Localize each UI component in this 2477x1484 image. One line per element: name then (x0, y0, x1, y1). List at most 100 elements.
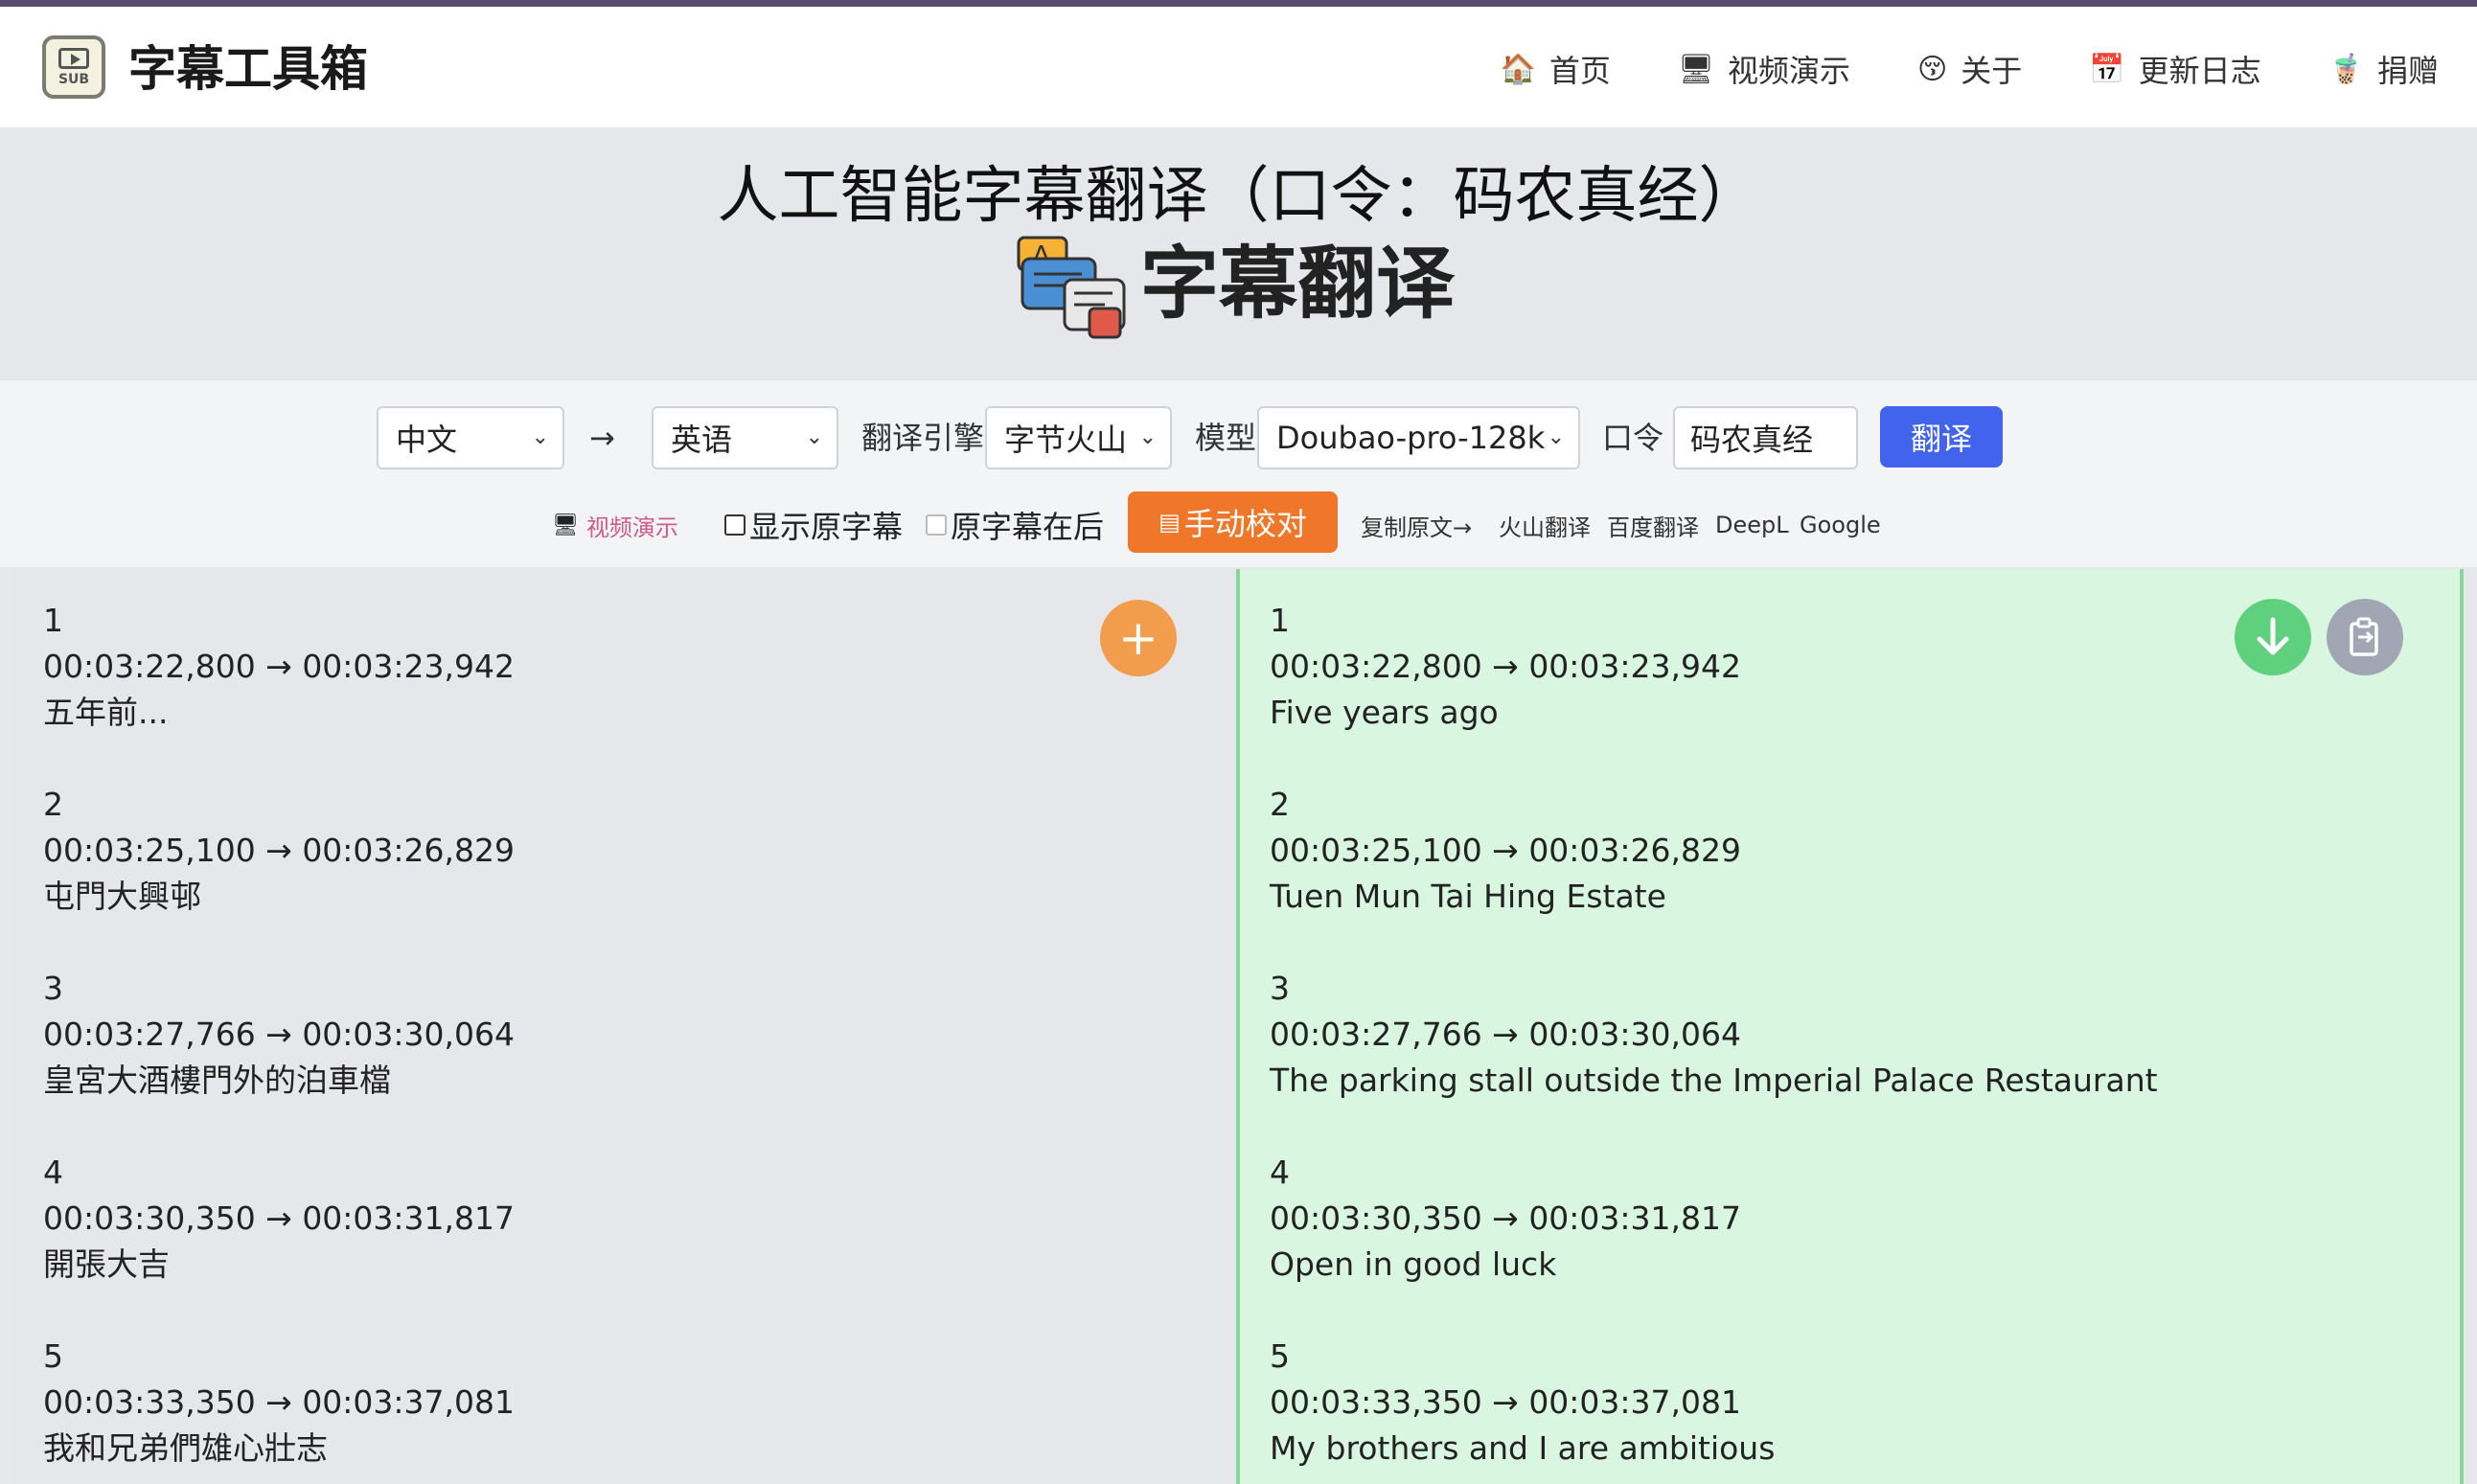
entry-time: 00:03:22,800 → 00:03:23,942 (43, 648, 516, 685)
original-after-label: 原字幕在后 (951, 509, 1105, 545)
password-input[interactable]: 码农真经 (1673, 406, 1858, 469)
top-stripe (0, 0, 2477, 7)
chevron-down-icon: ⌄ (531, 425, 549, 449)
entry-index: 1 (1270, 602, 1290, 639)
google-link[interactable]: Google (1800, 498, 1881, 552)
original-after-checkbox[interactable]: 原字幕在后 (926, 498, 1104, 552)
monitor-icon: 🖥 (552, 513, 579, 537)
entry-text: Open in good luck (1270, 1245, 1557, 1283)
app-logo[interactable]: SUB (42, 35, 105, 99)
model-select[interactable]: Doubao-pro-128k ⌄ (1257, 406, 1580, 469)
brand-title[interactable]: 字幕工具箱 (128, 35, 368, 103)
translated-subtitle-panel[interactable]: 1 00:03:22,800 → 00:03:23,942 Five years… (1236, 569, 2464, 1484)
entry-text: 五年前... (43, 694, 169, 731)
engine-select[interactable]: 字节火山 ⌄ (985, 406, 1172, 469)
chevron-down-icon: ⌄ (1547, 425, 1565, 449)
translate-button[interactable]: 翻译 (1880, 406, 2003, 468)
subtitle-entry: 2 00:03:25,100 → 00:03:26,829 Tuen Mun T… (1270, 782, 1741, 920)
source-language-value: 中文 (396, 422, 458, 458)
home-icon: 🏠 (1500, 52, 1536, 86)
engine-value: 字节火山 (1004, 422, 1128, 458)
subtitle-logo-text: 字幕翻译 (1140, 239, 1456, 330)
subtitle-entry: 1 00:03:22,800 → 00:03:23,942 Five years… (1270, 598, 1741, 736)
nav-changelog[interactable]: 📅 更新日志 (2089, 45, 2260, 93)
nav-donate[interactable]: 🧋 捐赠 (2328, 45, 2439, 93)
subtitle-entry: 2 00:03:25,100 → 00:03:26,829 屯門大興邨 (43, 782, 515, 920)
monitor-icon: 🖥 (1677, 52, 1714, 86)
password-value: 码农真经 (1690, 422, 1814, 458)
entry-text: My brothers and I are ambitious (1270, 1429, 1776, 1467)
target-language-value: 英语 (671, 422, 733, 458)
plus-icon: + (1118, 610, 1158, 666)
entry-time: 00:03:22,800 → 00:03:23,942 (1270, 648, 1742, 685)
entry-index: 2 (43, 786, 63, 823)
top-nav: 🏠 首页 🖥 视频演示 😚 关于 📅 更新日志 🧋 捐赠 (1433, 45, 2439, 93)
nav-label: 关于 (1961, 53, 2023, 89)
entry-index: 1 (43, 602, 63, 639)
entry-time: 00:03:25,100 → 00:03:26,829 (43, 832, 516, 869)
volcano-translate-link[interactable]: 火山翻译 (1499, 498, 1591, 552)
entry-index: 3 (1270, 970, 1290, 1007)
deepl-link[interactable]: DeepL (1715, 498, 1789, 552)
entry-time: 00:03:30,350 → 00:03:31,817 (1270, 1199, 1742, 1237)
entry-index: 5 (43, 1337, 63, 1375)
entry-text: Tuen Mun Tai Hing Estate (1270, 878, 1666, 915)
header: SUB 字幕工具箱 🏠 首页 🖥 视频演示 😚 关于 📅 更新日志 🧋 捐赠 (0, 7, 2477, 128)
baidu-translate-link[interactable]: 百度翻译 (1607, 498, 1699, 552)
model-label: 模型 (1195, 420, 1257, 456)
demo-link[interactable]: 🖥 视频演示 (552, 498, 678, 552)
source-language-select[interactable]: 中文 ⌄ (377, 406, 564, 469)
nav-home[interactable]: 🏠 首页 (1500, 45, 1610, 93)
subtitle-entry: 5 00:03:33,350 → 00:03:37,081 我和兄弟們雄心壯志 (43, 1334, 515, 1472)
entry-text: 屯門大興邨 (43, 878, 201, 915)
model-value: Doubao-pro-128k (1276, 420, 1546, 456)
checkbox-box[interactable] (724, 514, 745, 536)
translate-icon: A (1017, 236, 1126, 339)
subtitle-entry: 4 00:03:30,350 → 00:03:31,817 Open in go… (1270, 1150, 1741, 1288)
nav-label: 更新日志 (2138, 53, 2261, 89)
copy-original-link[interactable]: 复制原文→ (1361, 498, 1472, 552)
password-label: 口令 (1602, 420, 1664, 456)
subtitle-entry: 5 00:03:33,350 → 00:03:37,081 My brother… (1270, 1334, 1775, 1472)
calendar-icon: 📅 (2089, 52, 2125, 86)
demo-link-label: 视频演示 (585, 514, 678, 541)
show-original-checkbox[interactable]: 显示原字幕 (724, 498, 903, 552)
entry-index: 5 (1270, 1337, 1290, 1375)
entry-text: 開張大吉 (43, 1245, 170, 1283)
show-original-label: 显示原字幕 (749, 509, 904, 545)
document-icon: ▤ (1158, 509, 1181, 536)
nav-about[interactable]: 😚 关于 (1917, 45, 2022, 93)
nav-label: 首页 (1548, 53, 1611, 89)
chevron-down-icon: ⌄ (1138, 425, 1157, 449)
play-icon (58, 47, 89, 69)
download-icon (2257, 617, 2289, 655)
nav-label: 视频演示 (1727, 53, 1850, 89)
source-subtitle-panel[interactable]: + 1 00:03:22,800 → 00:03:23,942 五年前... 2… (13, 569, 1236, 1484)
logo-text: SUB (57, 71, 90, 87)
direction-arrow: → (589, 420, 615, 456)
entry-text: 皇宮大酒樓門外的泊車檔 (43, 1062, 391, 1099)
add-button[interactable]: + (1100, 600, 1177, 676)
manual-proofread-button[interactable]: ▤ 手动校对 (1128, 491, 1338, 553)
engine-label: 翻译引擎 (861, 420, 985, 456)
entry-index: 4 (43, 1153, 63, 1191)
entry-index: 3 (43, 970, 63, 1007)
nav-video-demo[interactable]: 🖥 视频演示 (1678, 45, 1850, 93)
copy-button[interactable] (2327, 599, 2403, 675)
checkbox-box[interactable] (926, 514, 947, 536)
entry-text: The parking stall outside the Imperial P… (1270, 1062, 2158, 1099)
entry-index: 2 (1270, 786, 1290, 823)
entry-time: 00:03:27,766 → 00:03:30,064 (1270, 1016, 1742, 1053)
copy-icon (2350, 617, 2378, 656)
entry-time: 00:03:30,350 → 00:03:31,817 (43, 1199, 516, 1237)
subtitle-entry: 3 00:03:27,766 → 00:03:30,064 皇宮大酒樓門外的泊車… (43, 966, 515, 1104)
entry-text: 我和兄弟們雄心壯志 (43, 1429, 328, 1467)
entry-index: 4 (1270, 1153, 1290, 1191)
smiley-icon: 😚 (1916, 52, 1948, 86)
chevron-down-icon: ⌄ (805, 425, 823, 449)
entry-time: 00:03:25,100 → 00:03:26,829 (1270, 832, 1742, 869)
entry-text: Five years ago (1270, 694, 1499, 731)
download-button[interactable] (2235, 599, 2311, 675)
entry-time: 00:03:33,350 → 00:03:37,081 (1270, 1383, 1742, 1421)
target-language-select[interactable]: 英语 ⌄ (652, 406, 838, 469)
